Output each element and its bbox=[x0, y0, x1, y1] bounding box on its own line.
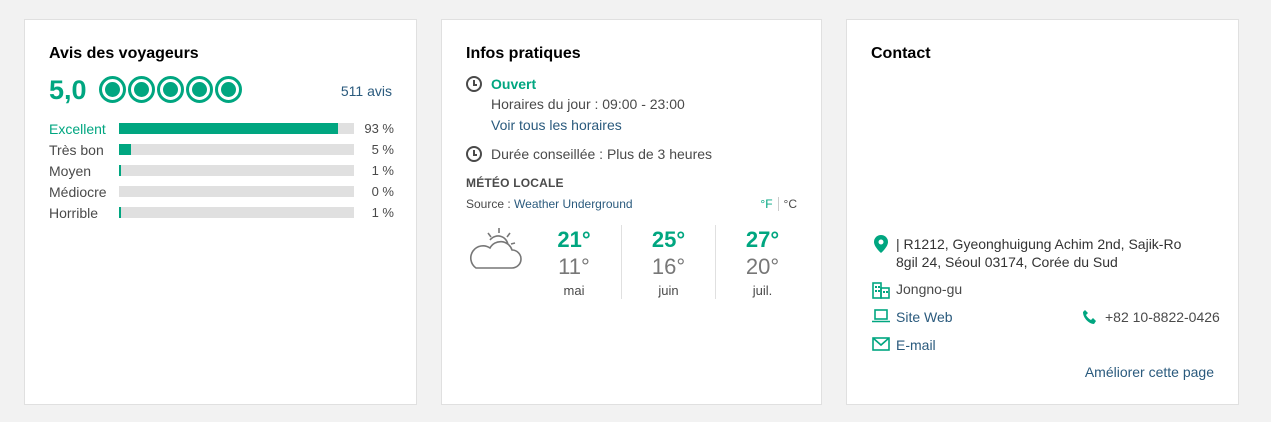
rating-bar bbox=[119, 165, 354, 176]
overall-score: 5,0 bbox=[49, 75, 87, 105]
meteo-heading: MÉTÉO LOCALE bbox=[466, 176, 564, 190]
rating-percent: 1 % bbox=[371, 205, 394, 220]
month-temperature: 25° 16° juin bbox=[621, 225, 715, 299]
rating-bar bbox=[119, 186, 354, 197]
mail-icon bbox=[871, 337, 891, 351]
month-name: juil. bbox=[752, 283, 773, 298]
rating-bar bbox=[119, 207, 354, 218]
duration-clock-icon bbox=[466, 146, 482, 162]
rating-label: Excellent bbox=[49, 120, 106, 137]
email-link[interactable]: E-mail bbox=[896, 337, 936, 353]
address: | R1212, Gyeonghuigung Achim 2nd, Sajik-… bbox=[896, 236, 1182, 270]
fahrenheit-toggle[interactable]: °F bbox=[760, 197, 779, 211]
bubble-icon bbox=[215, 76, 242, 103]
phone-icon bbox=[1080, 309, 1100, 325]
contact-title: Contact bbox=[871, 45, 931, 62]
address-row: | R1212, Gyeonghuigung Achim 2nd, Sajik-… bbox=[871, 235, 1206, 271]
suggested-duration: Durée conseillée : Plus de 3 heures bbox=[491, 146, 713, 162]
infos-card: Infos pratiques Ouvert Horaires du jour … bbox=[441, 19, 822, 405]
temp-high: 25° bbox=[651, 227, 686, 252]
phone-row[interactable]: +82 10-8822-0426 bbox=[1080, 309, 1220, 325]
phone-number[interactable]: +82 10-8822-0426 bbox=[1105, 309, 1220, 325]
rating-bar-fill bbox=[119, 207, 122, 218]
bubble-icon bbox=[128, 76, 155, 103]
rating-bar-fill bbox=[119, 165, 122, 176]
monthly-temperatures: 21° 11° mai 25° 16° juin 27° 20° juil. bbox=[527, 225, 809, 299]
rating-label: Médiocre bbox=[49, 183, 107, 200]
unit-toggle: °F °C bbox=[760, 197, 797, 211]
rating-bar-fill bbox=[119, 144, 131, 155]
rating-row[interactable]: Horrible 1 % bbox=[49, 202, 394, 223]
building-icon bbox=[871, 281, 891, 299]
website-row[interactable]: Site Web bbox=[871, 309, 953, 325]
duration-line: Durée conseillée : Plus de 3 heures bbox=[466, 146, 712, 162]
rating-percent: 93 % bbox=[364, 121, 394, 136]
map-pin-icon bbox=[871, 235, 891, 253]
celsius-toggle[interactable]: °C bbox=[784, 197, 797, 211]
improve-page-link[interactable]: Améliorer cette page bbox=[1085, 364, 1214, 380]
reviews-title: Avis des voyageurs bbox=[49, 45, 199, 62]
temp-low: 20° bbox=[745, 254, 780, 279]
temp-low: 16° bbox=[651, 254, 686, 279]
temp-high: 21° bbox=[557, 227, 591, 252]
month-temperature: 21° 11° mai bbox=[527, 225, 621, 299]
laptop-icon bbox=[871, 309, 891, 323]
bubble-icon bbox=[99, 76, 126, 103]
district: Jongno-gu bbox=[896, 281, 963, 297]
infos-title: Infos pratiques bbox=[466, 45, 581, 62]
month-name: mai bbox=[563, 283, 585, 298]
rating-label: Très bon bbox=[49, 141, 104, 158]
weather-source: Source : Weather Underground bbox=[466, 197, 633, 211]
rating-bar bbox=[119, 144, 354, 155]
contact-card: Contact | R1212, Gyeonghuigung Achim 2nd… bbox=[846, 19, 1239, 405]
month-name: juin bbox=[658, 283, 679, 298]
email-row[interactable]: E-mail bbox=[871, 337, 936, 353]
rating-row[interactable]: Médiocre 0 % bbox=[49, 181, 394, 202]
rating-label: Horrible bbox=[49, 204, 99, 221]
today-hours: Horaires du jour : 09:00 - 23:00 bbox=[491, 96, 685, 112]
rating-percent: 1 % bbox=[371, 163, 394, 178]
rating-label: Moyen bbox=[49, 162, 92, 179]
open-status-line: Ouvert bbox=[466, 76, 536, 92]
bubble-icon bbox=[157, 76, 184, 103]
rating-bar-fill bbox=[119, 123, 338, 134]
district-row: Jongno-gu bbox=[871, 281, 962, 299]
rating-percent: 0 % bbox=[371, 184, 394, 199]
partly-cloudy-icon bbox=[470, 228, 522, 269]
weather-underground-link[interactable]: Weather Underground bbox=[514, 197, 633, 211]
rating-breakdown: Excellent 93 % Très bon 5 % Moyen 1 % Mé… bbox=[49, 118, 394, 223]
rating-row[interactable]: Très bon 5 % bbox=[49, 139, 394, 160]
temp-high: 27° bbox=[745, 227, 780, 252]
rating-percent: 5 % bbox=[371, 142, 394, 157]
website-link[interactable]: Site Web bbox=[896, 309, 953, 325]
clock-icon bbox=[466, 76, 482, 92]
reviews-card: Avis des voyageurs 5,0 511 avis Excellen… bbox=[24, 19, 417, 405]
rating-row[interactable]: Excellent 93 % bbox=[49, 118, 394, 139]
reviews-count-link[interactable]: 511 avis bbox=[341, 83, 392, 99]
temp-low: 11° bbox=[558, 254, 590, 279]
bubble-icon bbox=[186, 76, 213, 103]
rating-bubbles bbox=[99, 76, 242, 103]
all-hours-link[interactable]: Voir tous les horaires bbox=[491, 117, 622, 133]
rating-row[interactable]: Moyen 1 % bbox=[49, 160, 394, 181]
month-temperature: 27° 20° juil. bbox=[715, 225, 809, 299]
source-prefix: Source : bbox=[466, 197, 515, 211]
rating-bar bbox=[119, 123, 354, 134]
open-status: Ouvert bbox=[491, 76, 537, 92]
